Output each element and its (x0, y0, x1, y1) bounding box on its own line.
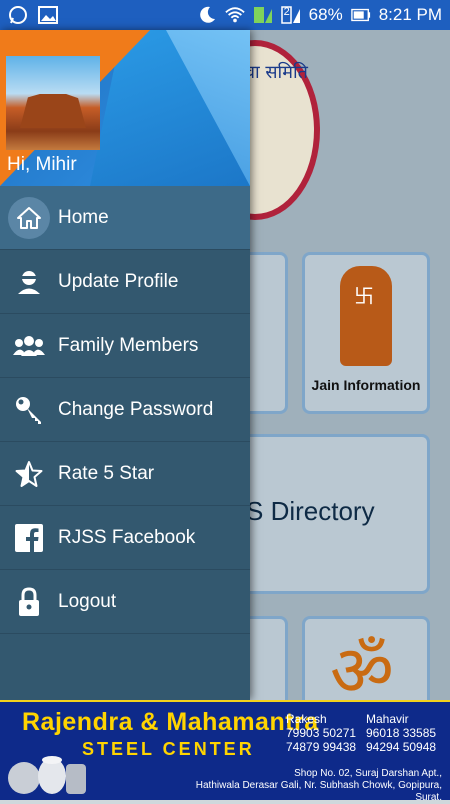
banner-subtitle: STEEL CENTER (82, 739, 255, 759)
contact1-phone1: 79903 50271 (286, 726, 357, 740)
whatsapp-icon (8, 5, 28, 25)
banner-address: Shop No. 02, Suraj Darshan Apt., Hathiwa… (195, 768, 442, 803)
group-icon (12, 329, 46, 363)
wifi-icon (224, 5, 245, 25)
sim-badge: 2 (283, 6, 290, 18)
battery-icon (350, 5, 371, 25)
star-icon (12, 457, 46, 491)
directory-label: S Directory (246, 496, 375, 526)
image-icon (38, 5, 58, 25)
jain-information-label: Jain Information (311, 377, 421, 393)
menu-item-rate-5-star[interactable]: Rate 5 Star (0, 442, 250, 506)
menu-label: Rate 5 Star (58, 462, 155, 484)
menu-label: Change Password (58, 398, 214, 420)
menu-item-family-members[interactable]: Family Members (0, 314, 250, 378)
lock-icon (12, 585, 46, 619)
contact1-phone2: 74879 99438 (286, 740, 357, 754)
menu-item-logout[interactable]: Logout (0, 570, 250, 634)
contact2-name: Mahavir (366, 712, 409, 726)
menu-item-update-profile[interactable]: Update Profile (0, 250, 250, 314)
menu-label: Logout (58, 590, 117, 612)
avatar[interactable] (6, 56, 100, 150)
menu-label: RJSS Facebook (58, 526, 196, 548)
key-icon (12, 393, 46, 427)
contact2-phone2: 94294 50948 (366, 740, 437, 754)
contact2-phone1: 96018 33585 (366, 726, 437, 740)
drawer-header: Hi, Mihir (0, 30, 250, 186)
drawer-menu: Home Update Profile Family Members Chang… (0, 186, 250, 634)
signal-icon (253, 5, 273, 25)
menu-label: Home (58, 206, 109, 228)
logo-text: वा समिति (245, 62, 308, 83)
menu-label: Update Profile (58, 270, 179, 292)
contact1-name: Rakesh (286, 712, 327, 726)
menu-item-rjss-facebook[interactable]: RJSS Facebook (0, 506, 250, 570)
banner-title: Rajendra & Mahamantra (22, 708, 319, 736)
menu-label: Family Members (58, 334, 199, 356)
person-icon (12, 265, 46, 299)
navigation-drawer: Hi, Mihir Home Update Profile Family Mem… (0, 30, 250, 700)
signal-2-icon: 2 (280, 5, 301, 25)
menu-item-change-password[interactable]: Change Password (0, 378, 250, 442)
steel-utensils-icon (8, 756, 86, 794)
status-bar: 2 68% 8:21 PM (0, 0, 450, 30)
battery-percent: 68% (308, 5, 343, 24)
home-icon (8, 196, 50, 239)
menu-item-home[interactable]: Home (0, 186, 250, 250)
moon-icon (197, 5, 217, 25)
om-symbol-icon: ॐ (330, 632, 394, 700)
greeting: Hi, Mihir (7, 154, 77, 175)
ad-banner[interactable]: Rajendra & Mahamantra STEEL CENTER Rakes… (0, 700, 450, 803)
clock: 8:21 PM (378, 5, 442, 24)
jain-symbol-icon (340, 266, 392, 366)
facebook-icon (12, 521, 46, 555)
